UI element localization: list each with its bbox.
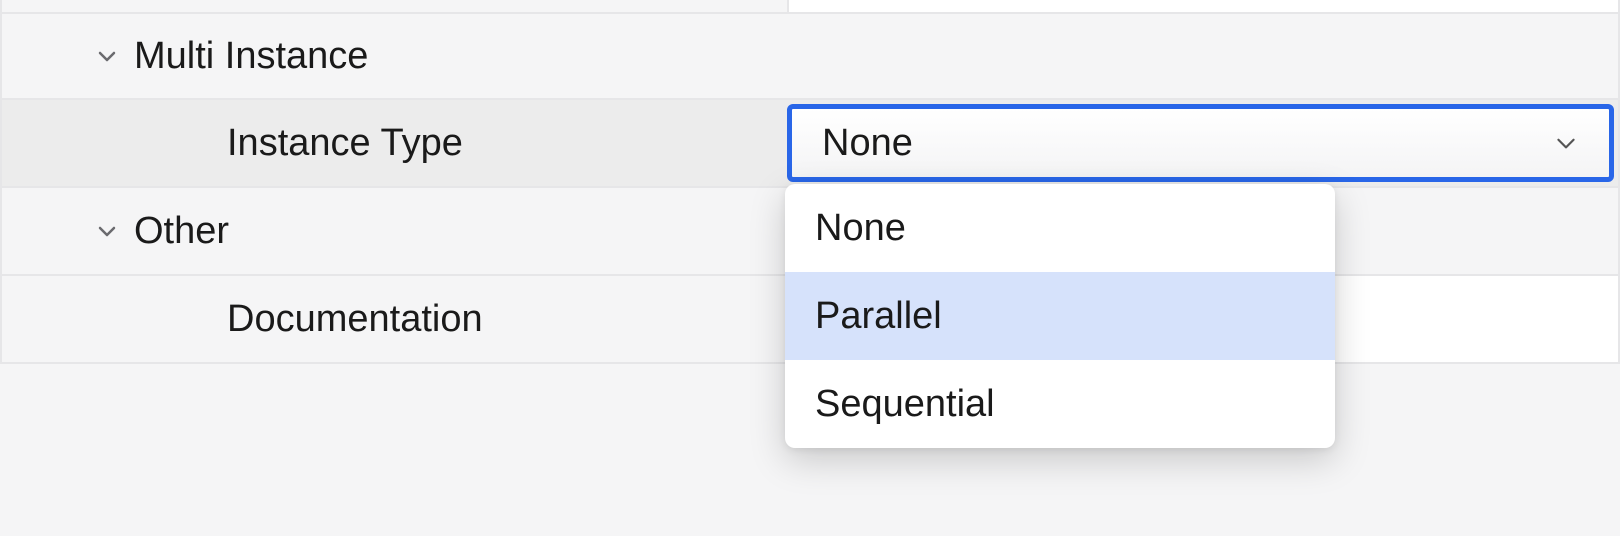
chevron-down-icon (92, 41, 122, 71)
instance-type-select[interactable]: None (787, 104, 1614, 182)
section-header-multi-instance[interactable]: Multi Instance (2, 12, 1618, 100)
option-label: None (815, 207, 906, 250)
property-label: Documentation (227, 298, 483, 341)
option-label: Sequential (815, 383, 995, 426)
property-label: Instance Type (227, 122, 463, 165)
instance-type-dropdown: None Parallel Sequential (785, 184, 1335, 448)
option-parallel[interactable]: Parallel (785, 272, 1335, 360)
option-sequential[interactable]: Sequential (785, 360, 1335, 448)
section-label: Other (134, 210, 229, 253)
section-label: Multi Instance (134, 35, 368, 78)
select-value: None (822, 122, 913, 165)
property-row-instance-type[interactable]: Instance Type None (2, 100, 1618, 188)
option-none[interactable]: None (785, 184, 1335, 272)
chevron-down-icon (92, 216, 122, 246)
option-label: Parallel (815, 295, 942, 338)
section-header-spacer (787, 14, 1618, 98)
partial-row-top (2, 0, 1618, 12)
chevron-down-icon (1553, 130, 1579, 156)
